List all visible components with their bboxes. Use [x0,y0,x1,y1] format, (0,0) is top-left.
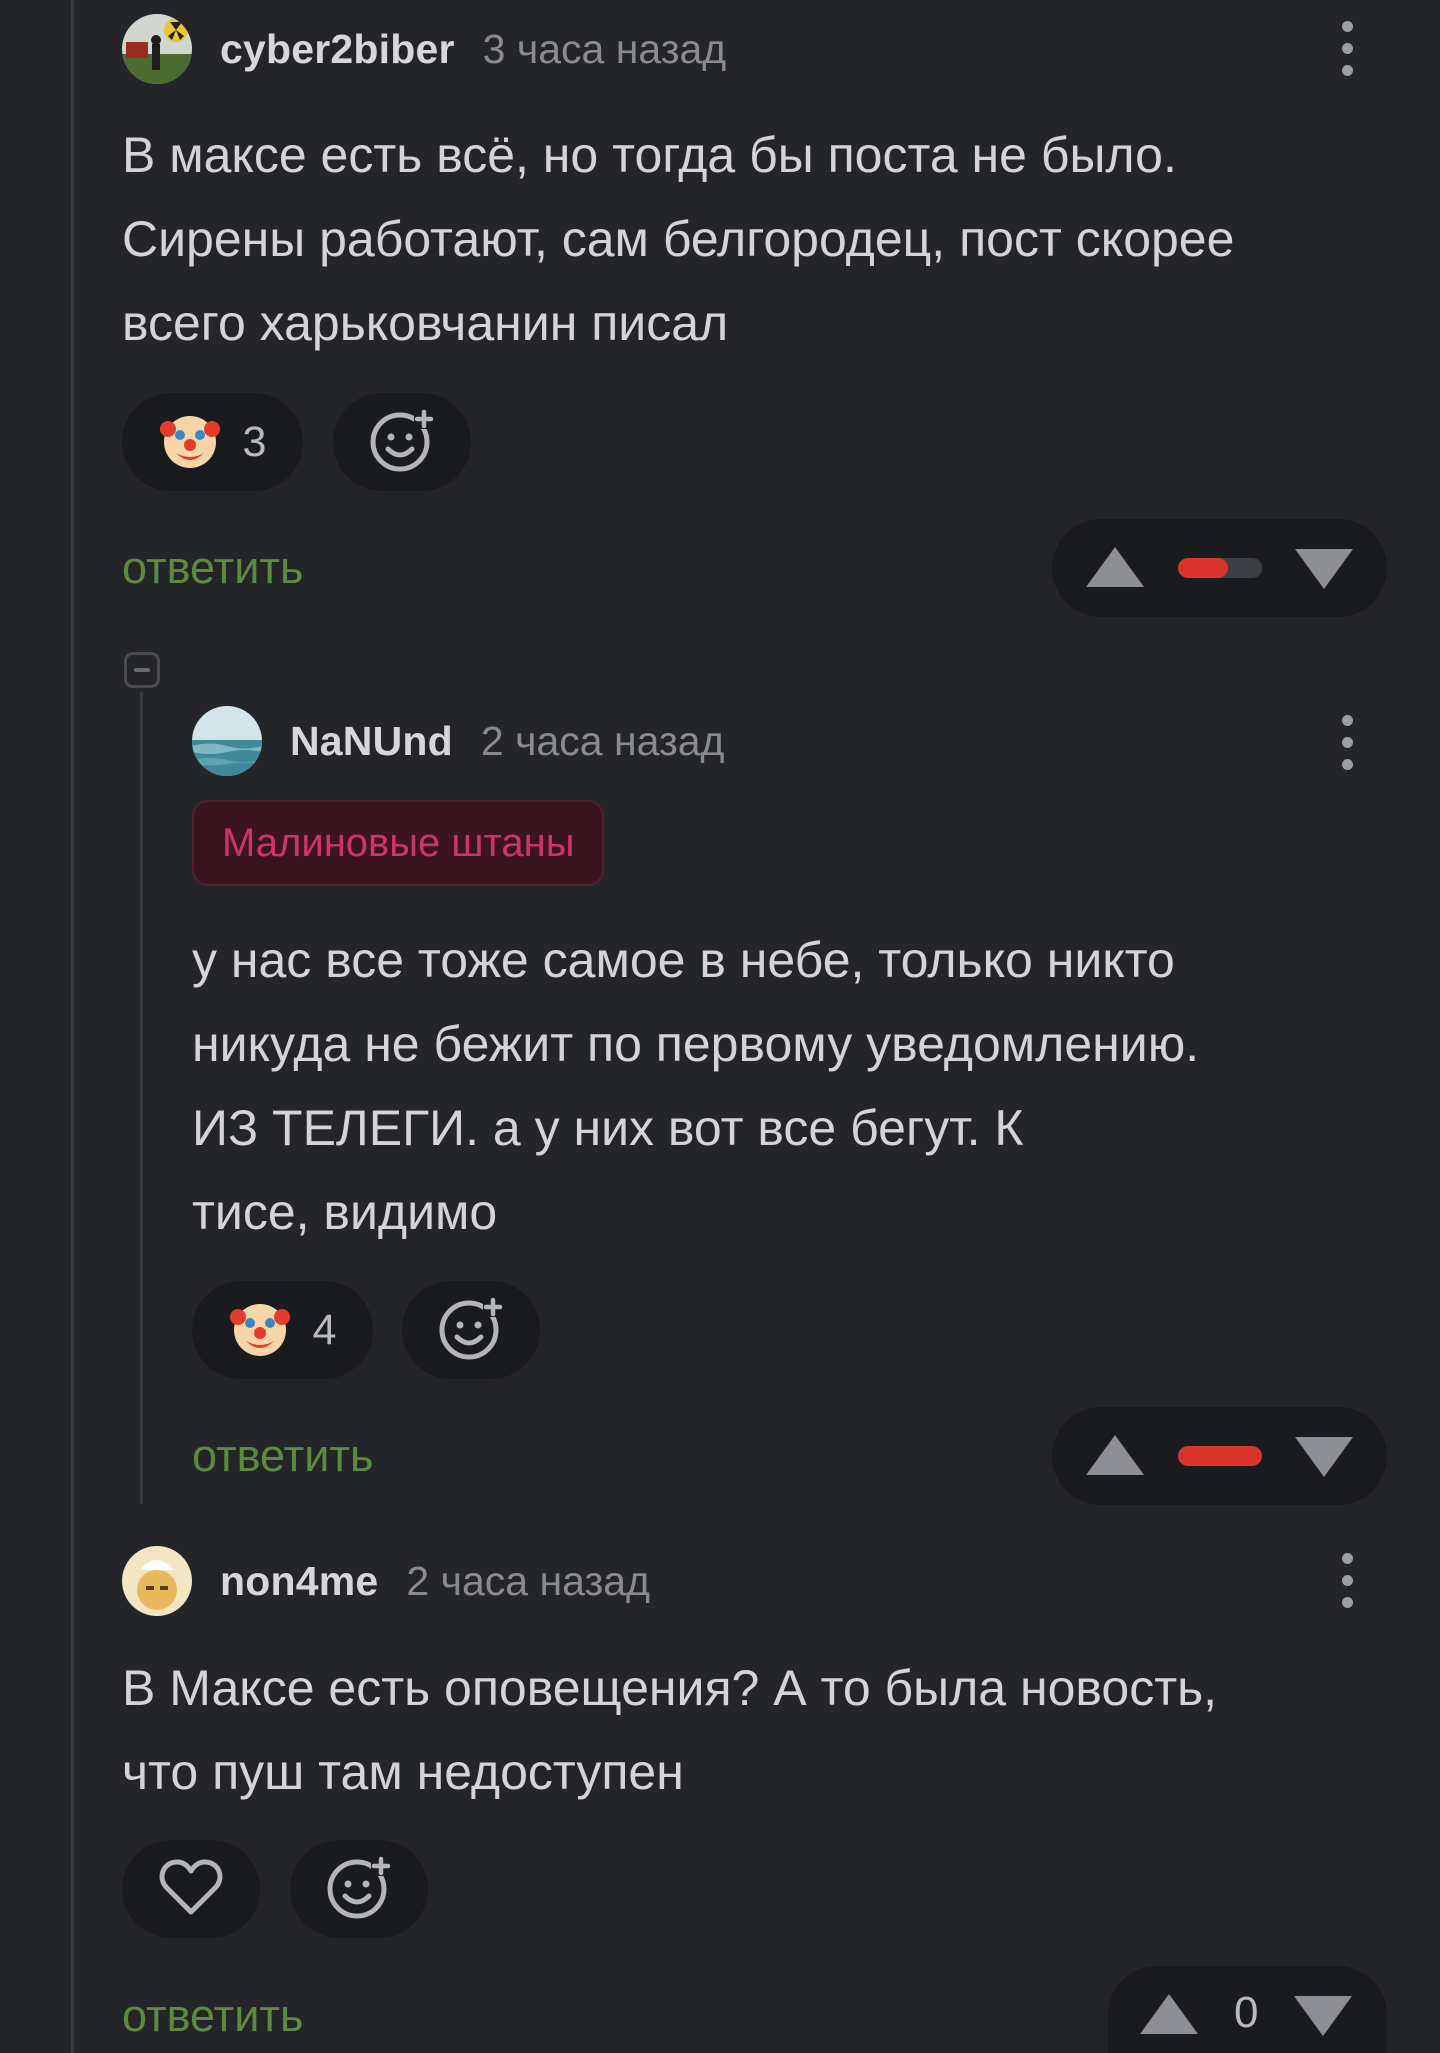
comment-line: никуда не бежит по первому уведомлению. [192,1016,1200,1072]
avatar[interactable] [122,1546,192,1616]
comment-line: В максе есть всё, но тогда бы поста не б… [122,127,1177,183]
comment-line: ИЗ ТЕЛЕГИ. а у них вот все бегут. К [192,1100,1024,1156]
reaction-button[interactable]: 4 [192,1281,373,1379]
upvote-icon[interactable] [1086,547,1144,587]
reaction-button[interactable]: 3 [122,393,303,491]
clown-emoji-icon [229,1297,291,1364]
username[interactable]: NaNUnd [290,718,453,765]
comment-header: non4me 2 часа назад [122,1546,1358,1616]
upvote-icon[interactable] [1140,1994,1198,2034]
rating-bar [1178,1446,1262,1466]
downvote-icon[interactable] [1295,1437,1353,1477]
reply-thread-line [140,692,143,1504]
vote-box [1052,519,1387,617]
comment-line: всего харьковчанин писал [122,295,729,351]
vote-box: 0 [1108,1966,1387,2053]
comment-line: у нас все тоже самое в небе, только никт… [192,932,1175,988]
rating-bar-fill [1178,1446,1262,1466]
add-reaction-button[interactable] [333,393,471,491]
reaction-count: 4 [312,1305,337,1354]
thread-line [71,0,74,2053]
comment-header: cyber2biber 3 часа назад [122,14,1358,84]
more-options-icon[interactable] [1338,715,1358,771]
comment-line: Сирены работают, сам белгородец, пост ск… [122,211,1235,267]
add-emoji-icon [368,406,436,479]
timestamp: 2 часа назад [406,1557,650,1604]
add-reaction-button[interactable] [402,1281,540,1379]
add-emoji-icon [325,1853,393,1926]
add-emoji-icon [437,1294,505,1367]
comment-text: В максе есть всё, но тогда бы поста не б… [122,113,1234,365]
comment-line: тисе, видимо [192,1184,498,1240]
vote-box [1052,1407,1387,1505]
user-award-badge[interactable]: Малиновые штаны [192,800,605,886]
timestamp: 2 часа назад [480,717,725,764]
comment-line: что пуш там недоступен [122,1744,684,1800]
upvote-icon[interactable] [1086,1435,1144,1475]
timestamp: 3 часа назад [482,25,727,72]
comment-text: у нас все тоже самое в небе, только никт… [192,918,1199,1254]
username[interactable]: non4me [220,1558,378,1605]
rating-bar [1178,558,1262,578]
downvote-icon[interactable] [1295,549,1353,589]
reply-link[interactable]: ответить [122,1990,303,2042]
reply-link[interactable]: ответить [122,542,303,594]
like-button[interactable] [122,1840,260,1938]
comment-header: NaNUnd 2 часа назад [192,706,1358,776]
downvote-icon[interactable] [1294,1996,1352,2036]
add-reaction-button[interactable] [290,1840,428,1938]
more-options-icon[interactable] [1338,1553,1358,1609]
avatar[interactable] [192,706,262,776]
rating-bar-fill [1178,558,1229,578]
clown-emoji-icon [159,409,221,476]
reaction-count: 3 [242,417,267,466]
comment-line: В Максе есть оповещения? А то была новос… [122,1660,1218,1716]
avatar[interactable] [122,14,192,84]
username[interactable]: cyber2biber [220,26,455,73]
heart-icon [159,1858,223,1921]
more-options-icon[interactable] [1338,21,1358,77]
comment-text: В Максе есть оповещения? А то была новос… [122,1646,1217,1814]
collapse-thread-button[interactable] [124,652,160,688]
reply-link[interactable]: ответить [192,1430,373,1482]
vote-count: 0 [1234,1988,1259,2037]
